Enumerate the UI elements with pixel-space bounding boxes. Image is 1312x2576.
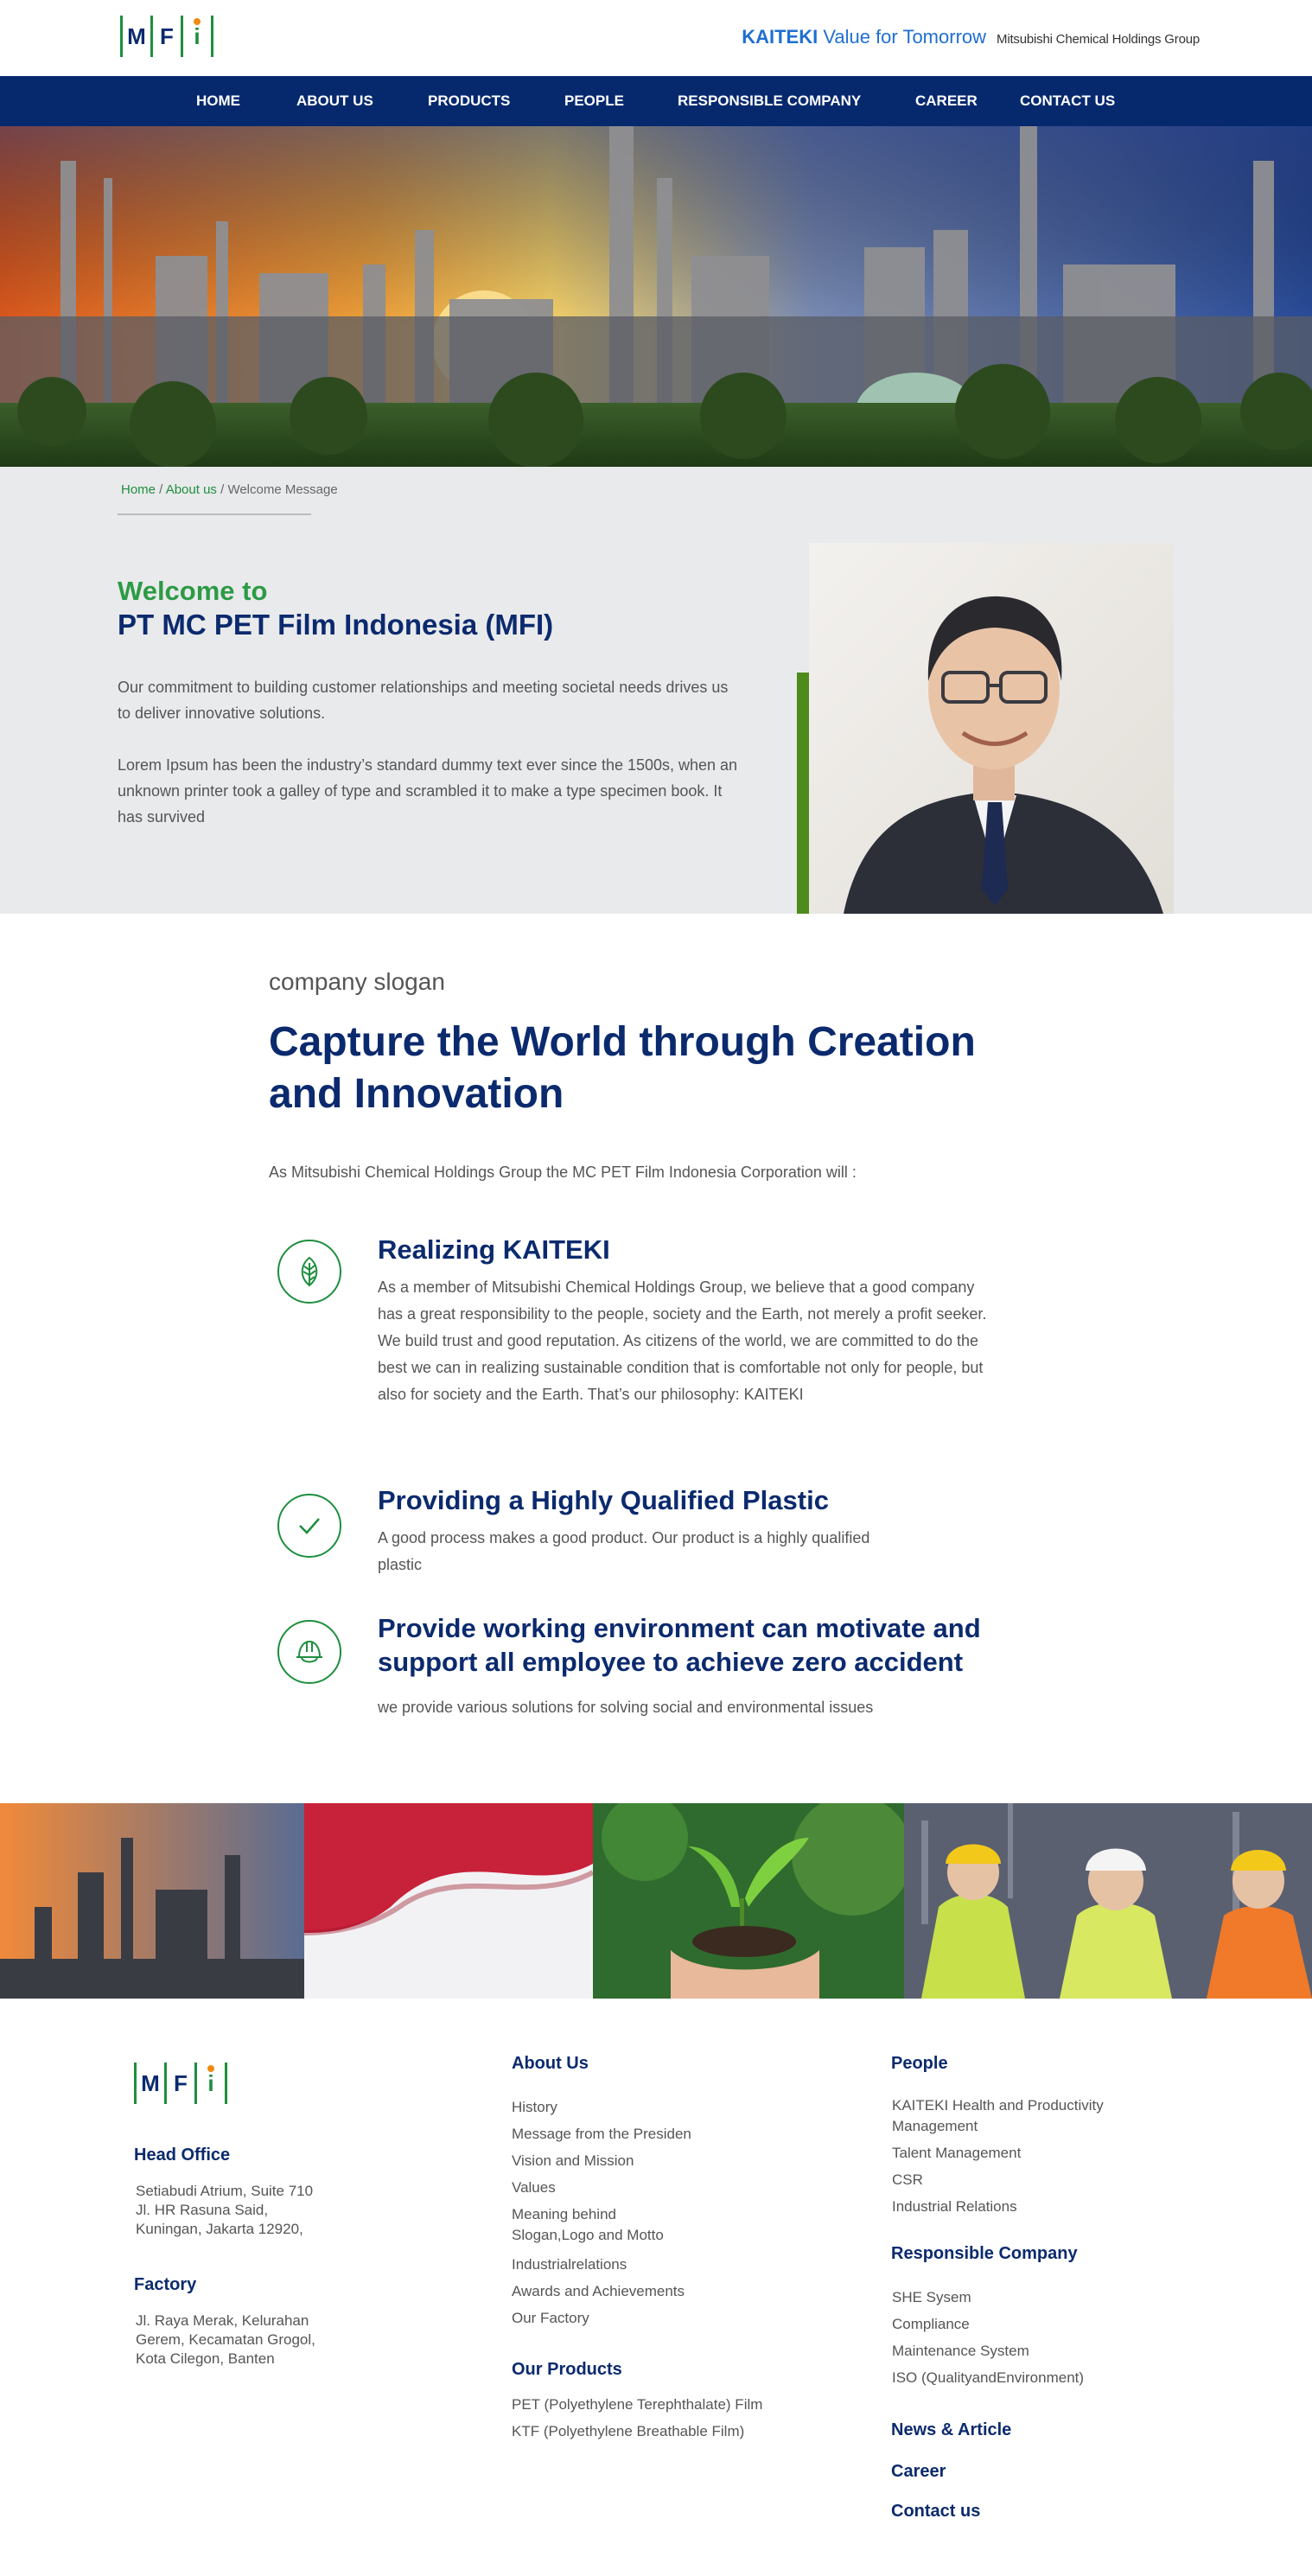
welcome-section: Home / About us / Welcome Message Welcom… <box>0 467 1312 914</box>
welcome-paragraph: Our commitment to building customer rela… <box>118 679 729 722</box>
footer-responsible-company-title[interactable]: Responsible Company <box>891 2244 1078 2264</box>
kaiteki-value: Value for Tomorrow <box>818 26 987 48</box>
slogan-label: company slogan <box>269 968 445 995</box>
breadcrumb-current: Welcome Message <box>227 482 338 497</box>
logo-letter-m: M <box>127 22 146 49</box>
breadcrumb: Home / About us / Welcome Message <box>121 482 338 497</box>
group-name: Mitsubishi Chemical Holdings Group <box>997 32 1200 47</box>
president-photo <box>809 543 1174 914</box>
footer-link-industrial-relations[interactable]: Industrial Relations <box>892 2197 1017 2216</box>
welcome-kicker: Welcome to <box>118 576 268 606</box>
logo-divider <box>211 16 213 57</box>
footer-link-iso[interactable]: ISO (QualityandEnvironment) <box>892 2368 1084 2388</box>
logo-letter-i: i <box>197 2064 225 2097</box>
footer-news-article-link[interactable]: News & Article <box>891 2420 1011 2440</box>
mfi-logo[interactable]: M F i <box>120 16 213 57</box>
footer-link-slogan-logo-motto[interactable]: Slogan,Logo and Motto <box>512 2225 664 2245</box>
address-line: Setiabudi Atrium, Suite 710 <box>136 2183 314 2199</box>
footer-link-talent-management[interactable]: Talent Management <box>892 2143 1021 2163</box>
value-text: As a member of Mitsubishi Chemical Holdi… <box>378 1278 987 1403</box>
page-title: PT MC PET Film Indonesia (MFI) <box>118 609 554 641</box>
breadcrumb-about-us[interactable]: About us <box>166 482 217 497</box>
footer-link-maintenance-system[interactable]: Maintenance System <box>892 2341 1029 2361</box>
footer-link-our-factory[interactable]: Our Factory <box>512 2308 589 2328</box>
nav-products[interactable]: PRODUCTS <box>428 76 510 126</box>
footer-link-industrial-relations[interactable]: Industrialrelations <box>512 2254 627 2274</box>
kaiteki-brand: KAITEKI Value for Tomorrow Mitsubishi Ch… <box>742 26 1200 48</box>
welcome-paragraph: Lorem Ipsum has been the industry’s stan… <box>118 756 738 826</box>
nav-responsible-company[interactable]: RESPONSIBLE COMPANY <box>678 76 861 126</box>
footer-link-kaiteki-health[interactable]: KAITEKI Health and Productivity <box>892 2095 1104 2115</box>
footer-our-products-title[interactable]: Our Products <box>512 2360 622 2380</box>
footer-about-us-title[interactable]: About Us <box>512 2054 589 2074</box>
footer-link-message-president[interactable]: Message from the Presiden <box>512 2124 691 2144</box>
logo-letter-i: i <box>183 17 211 50</box>
logo-letter-f: F <box>160 22 174 49</box>
address-line: Jl. HR Rasuna Said, <box>136 2202 269 2218</box>
footer-career-link[interactable]: Career <box>891 2462 946 2482</box>
footer-contact-us-link[interactable]: Contact us <box>891 2502 980 2522</box>
footer-link-awards[interactable]: Awards and Achievements <box>512 2281 685 2301</box>
breadcrumb-separator: / <box>216 482 228 497</box>
value-title: Realizing KAITEKI <box>378 1234 610 1265</box>
kaiteki-tagline: KAITEKI Value for Tomorrow <box>742 26 986 48</box>
image-strip <box>0 1803 1312 1999</box>
president-portrait <box>809 543 1174 914</box>
footer-mfi-logo[interactable]: M F i <box>134 2063 227 2104</box>
footer-link-compliance[interactable]: Compliance <box>892 2314 970 2334</box>
footer-link-meaning-behind[interactable]: Meaning behind <box>512 2204 616 2224</box>
logo-letter-m: M <box>141 2069 160 2096</box>
seedling-in-hands-image <box>593 1803 904 1999</box>
hero-banner-refinery <box>0 126 1312 467</box>
nav-home[interactable]: HOME <box>196 76 240 126</box>
footer-head-office-title: Head Office <box>134 2146 231 2165</box>
address-line: Kuningan, Jakarta 12920, <box>136 2221 303 2237</box>
logo-letter-f: F <box>174 2069 188 2096</box>
head-office-address: Setiabudi Atrium, Suite 710 Jl. HR Rasun… <box>136 2182 313 2239</box>
footer-factory-title: Factory <box>134 2275 197 2294</box>
address-line: Jl. Raya Merak, Kelurahan <box>136 2312 309 2329</box>
main-nav: HOME ABOUT US PRODUCTS PEOPLE RESPONSIBL… <box>0 76 1312 126</box>
breadcrumb-underline <box>118 513 311 515</box>
footer-link-ktf-film[interactable]: KTF (Polyethylene Breathable Film) <box>512 2421 744 2441</box>
workers-safety-image <box>904 1803 1312 1999</box>
value-text: we provide various solutions for solving… <box>378 1699 874 1716</box>
kaiteki-word: KAITEKI <box>742 26 818 48</box>
top-header: M F i KAITEKI Value for Tomorrow Mitsubi… <box>0 0 1312 76</box>
footer-link-pet-film[interactable]: PET (Polyethylene Terephthalate) Film <box>512 2394 762 2414</box>
breadcrumb-separator: / <box>156 482 166 497</box>
indonesian-flag-image <box>304 1803 593 1999</box>
breadcrumb-home[interactable]: Home <box>121 482 156 497</box>
value-title: Provide working environment can motivate… <box>378 1613 981 1677</box>
nav-contact-us[interactable]: CONTACT US <box>1020 76 1115 126</box>
footer-link-vision-mission[interactable]: Vision and Mission <box>512 2151 634 2171</box>
address-line: Gerem, Kecamatan Grogol, <box>136 2331 315 2348</box>
footer-link-she-system[interactable]: SHE Sysem <box>892 2287 971 2307</box>
nav-about-us[interactable]: ABOUT US <box>296 76 373 126</box>
footer-link-csr[interactable]: CSR <box>892 2170 923 2190</box>
footer-link-kaiteki-health-management[interactable]: Management <box>892 2116 978 2136</box>
footer-link-history[interactable]: History <box>512 2097 557 2117</box>
address-line: Kota Cilegon, Banten <box>136 2350 275 2367</box>
footer-link-values[interactable]: Values <box>512 2177 556 2197</box>
slogan-title: Capture the World through Creation and I… <box>269 1019 976 1117</box>
slogan-intro: As Mitsubishi Chemical Holdings Group th… <box>269 1164 857 1181</box>
refinery-sunset-image <box>0 126 1312 467</box>
nav-people[interactable]: PEOPLE <box>564 76 624 126</box>
footer-people-title[interactable]: People <box>891 2054 948 2074</box>
value-title: Providing a Highly Qualified Plastic <box>378 1485 829 1515</box>
checkmark-icon <box>277 1494 341 1558</box>
factory-address: Jl. Raya Merak, Kelurahan Gerem, Kecamat… <box>136 2311 315 2369</box>
safety-helmet-icon <box>277 1620 341 1684</box>
value-text: A good process makes a good product. Our… <box>378 1529 870 1573</box>
nav-career[interactable]: CAREER <box>915 76 978 126</box>
logo-divider <box>225 2063 227 2104</box>
refinery-image <box>0 1803 304 1999</box>
leaf-icon <box>277 1240 341 1304</box>
accent-bar <box>797 673 809 914</box>
